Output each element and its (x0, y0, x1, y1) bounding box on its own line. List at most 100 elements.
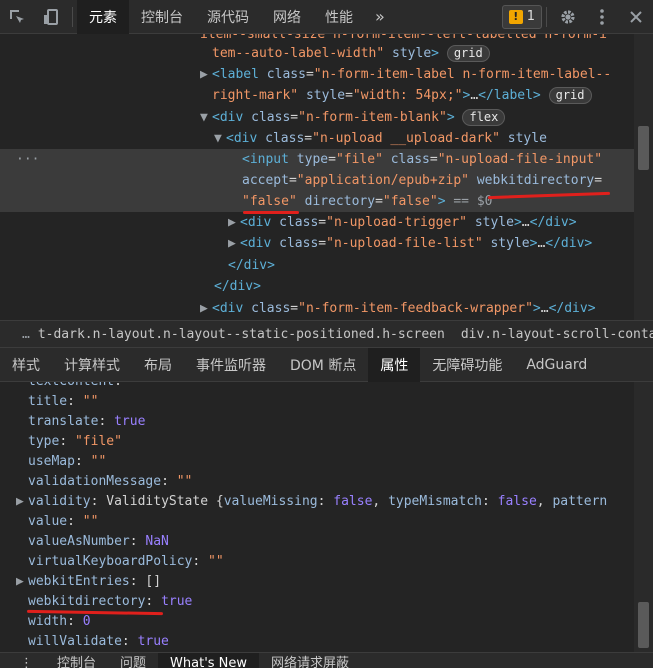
property-row[interactable]: webkitdirectory: true (28, 592, 192, 612)
attr-name: style (392, 46, 432, 61)
drawer-tab-issues[interactable]: 问题 (108, 653, 158, 668)
issues-badge[interactable]: ! 1 (501, 4, 542, 29)
scrollbar-thumb[interactable] (638, 126, 649, 170)
property-separator: : (74, 454, 91, 469)
property-row[interactable]: value: "" (28, 512, 98, 532)
drawer-tab-request-blocking[interactable]: 网络请求屏蔽 (259, 653, 361, 668)
flex-badge[interactable]: flex (462, 109, 506, 126)
close-icon[interactable] (619, 0, 653, 34)
dom-node-line[interactable]: right-mark" style="width: 54px;">…</labe… (212, 85, 653, 106)
properties-scrollbar[interactable] (634, 382, 653, 652)
tab-computed[interactable]: 计算样式 (52, 348, 132, 382)
sidebar-tabs: 样式 计算样式 布局 事件监听器 DOM 断点 属性 无障碍功能 AdGuard (0, 347, 653, 382)
attr-value: n-upload-file-list (333, 236, 475, 251)
dom-node-input[interactable]: <input type="file" class="n-upload-file-… (242, 149, 653, 170)
property-row[interactable]: type: "file" (28, 432, 122, 452)
dom-node-upload[interactable]: ▼ <div class="n-upload __upload-dark" sty… (214, 128, 653, 149)
dom-node-close[interactable]: </div> (228, 255, 653, 276)
collapse-arrow-icon[interactable]: ▼ (214, 128, 226, 149)
property-row[interactable]: validationMessage: "" (28, 472, 192, 492)
inspect-icon[interactable] (0, 0, 34, 34)
collapsed-ellipsis[interactable]: … (470, 88, 478, 103)
grid-badge[interactable]: grid (548, 87, 592, 104)
collapsed-ellipsis[interactable]: … (541, 301, 549, 316)
property-row[interactable]: willValidate: true (28, 632, 169, 652)
elements-tree[interactable]: item--small-size n-form-item--left-label… (0, 34, 653, 320)
webkitdirectory-attr: webkitdirectory (476, 173, 595, 188)
property-value: [] (145, 574, 162, 589)
collapsed-ellipsis[interactable]: … (522, 215, 530, 230)
tab-sources[interactable]: 源代码 (195, 0, 261, 34)
property-key: width (28, 614, 68, 629)
dom-node-feedback[interactable]: ▶ <div class="n-form-item-feedback-wrappe… (200, 298, 653, 319)
node-actions-dots[interactable]: ··· (16, 149, 39, 170)
tab-styles[interactable]: 样式 (0, 348, 52, 382)
property-row[interactable]: textContent: (28, 382, 122, 392)
tab-elements[interactable]: 元素 (77, 0, 129, 34)
expand-arrow-icon[interactable]: ▶ (200, 298, 212, 319)
property-row[interactable]: valueAsNumber: NaN (28, 532, 169, 552)
more-tabs-button[interactable]: » (365, 7, 395, 26)
drawer-tab-whats-new[interactable]: What's New (158, 653, 260, 668)
tab-adguard[interactable]: AdGuard (514, 348, 599, 382)
property-row[interactable]: title: "" (28, 392, 98, 412)
dom-node-close[interactable]: </div> (214, 276, 653, 297)
closing-tag: </div> (529, 215, 577, 230)
attr-value: file (343, 152, 376, 167)
dom-node-line[interactable]: tem--auto-label-width" style> grid (212, 43, 653, 64)
dom-node-trigger[interactable]: ▶ <div class="n-upload-trigger" style>…</… (228, 212, 653, 233)
tab-accessibility[interactable]: 无障碍功能 (420, 348, 514, 382)
collapse-arrow-icon[interactable]: ▼ (200, 107, 212, 128)
expand-arrow-icon[interactable]: ▶ (200, 64, 212, 85)
attr-value: false (390, 194, 430, 209)
drawer-tabs: ⋮ 控制台 问题 What's New 网络请求屏蔽 (0, 652, 653, 668)
tab-layout[interactable]: 布局 (132, 348, 184, 382)
breadcrumb-item[interactable]: t-dark.n-layout.n-layout--static-positio… (38, 327, 453, 342)
dom-node-label[interactable]: ▶ <label class="n-form-item-label n-form-… (200, 64, 653, 85)
grid-badge[interactable]: grid (446, 45, 490, 62)
property-row[interactable]: useMap: "" (28, 452, 106, 472)
breadcrumb-item[interactable]: div.n-layout-scroll-container (453, 327, 653, 342)
attr-name: class (279, 215, 319, 230)
tab-properties[interactable]: 属性 (368, 347, 421, 382)
device-toggle-icon[interactable] (34, 0, 68, 34)
attr-value: n-form-item-blank (305, 110, 439, 125)
closing-tag: </div> (548, 301, 596, 316)
property-row[interactable]: translate: true (28, 412, 145, 432)
drawer-tab-console[interactable]: 控制台 (45, 653, 108, 668)
property-separator: : (161, 474, 177, 489)
attr-value: right-mark (212, 88, 291, 103)
tab-performance[interactable]: 性能 (313, 0, 365, 34)
dom-node-blank[interactable]: ▼ <div class="n-form-item-blank"> flex (200, 107, 653, 128)
tab-dom-breakpoints[interactable]: DOM 断点 (278, 348, 368, 382)
dom-node-file-list[interactable]: ▶ <div class="n-upload-file-list" style>…… (228, 233, 653, 254)
tag-name: div (219, 110, 244, 125)
tab-network[interactable]: 网络 (261, 0, 313, 34)
more-vert-icon[interactable] (585, 0, 619, 34)
property-key: value (28, 514, 68, 529)
expand-arrow-icon[interactable]: ▶ (228, 233, 240, 254)
breadcrumb-ellipsis[interactable]: … (0, 327, 38, 342)
property-value: NaN (145, 534, 169, 549)
property-key: textContent (28, 382, 114, 389)
elements-scrollbar[interactable] (634, 34, 653, 320)
closing-tag: </div> (228, 258, 275, 273)
property-key: validity (28, 494, 91, 509)
tab-event-listeners[interactable]: 事件监听器 (184, 348, 278, 382)
scrollbar-thumb[interactable] (638, 602, 649, 648)
gear-icon[interactable] (551, 0, 585, 34)
property-row[interactable]: ▶ validity: ValidityState {valueMissing: … (16, 492, 607, 512)
closing-tag: </div> (545, 236, 593, 251)
drawer-more-icon[interactable]: ⋮ (0, 653, 45, 668)
property-separator: : (192, 554, 209, 569)
property-row[interactable]: ▶ webkitEntries: [] (16, 572, 161, 592)
dom-node-line[interactable]: accept="application/epub+zip" webkitdire… (242, 170, 653, 191)
property-row[interactable]: virtualKeyboardPolicy: "" (28, 552, 224, 572)
tab-console[interactable]: 控制台 (129, 0, 195, 34)
expand-arrow-icon[interactable]: ▶ (16, 492, 28, 512)
toolbar-divider (72, 6, 73, 27)
property-row[interactable]: width: 0 (28, 612, 91, 632)
expand-arrow-icon[interactable]: ▶ (228, 212, 240, 233)
expand-arrow-icon[interactable]: ▶ (16, 572, 28, 592)
tag-name: div (233, 131, 258, 146)
